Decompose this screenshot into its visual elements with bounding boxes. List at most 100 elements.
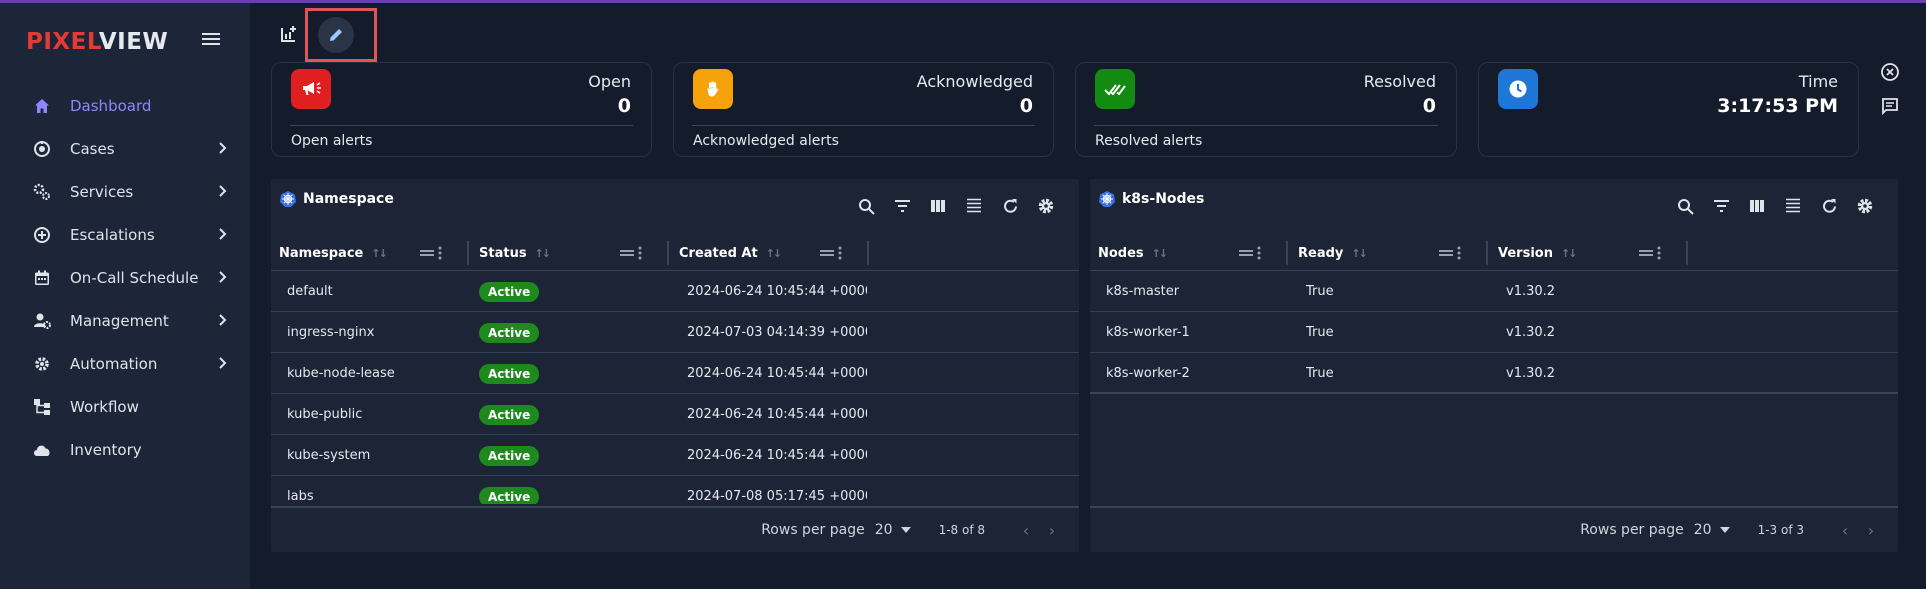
drag-handle-icon[interactable]: [1238, 246, 1254, 260]
column-label: Version: [1498, 245, 1553, 261]
sort-icon[interactable]: ↑↓: [1351, 247, 1368, 260]
filter-button[interactable]: [1703, 195, 1739, 217]
refresh-button[interactable]: [1811, 195, 1847, 217]
namespace-cell: kube-public: [287, 407, 363, 422]
column-menu[interactable]: [1238, 245, 1264, 261]
drag-handle-icon[interactable]: [1638, 246, 1654, 260]
more-vert-icon[interactable]: [835, 245, 845, 261]
column-menu[interactable]: [1438, 245, 1464, 261]
sidebar-item-label: Escalations: [70, 225, 155, 244]
column-menu[interactable]: [1638, 245, 1664, 261]
column-resize-handle[interactable]: [667, 241, 669, 265]
edit-button[interactable]: [318, 17, 354, 53]
table-row[interactable]: k8s-worker-2 True v1.30.2: [1090, 353, 1898, 394]
previous-page-button[interactable]: ‹: [1013, 521, 1039, 540]
menu-toggle-icon[interactable]: [200, 30, 222, 52]
sidebar-item-inventory[interactable]: Inventory: [0, 428, 250, 471]
rows-per-page-select[interactable]: 20: [1694, 522, 1730, 538]
sort-icon[interactable]: ↑↓: [371, 247, 388, 260]
density-button[interactable]: [1775, 195, 1811, 217]
version-cell: v1.30.2: [1506, 366, 1556, 381]
column-header-status[interactable]: Status ↑↓: [479, 235, 552, 271]
table-pagination: Rows per page 20 1-8 of 8 ‹ ›: [271, 506, 1079, 552]
rows-per-page-select[interactable]: 20: [875, 522, 911, 538]
column-header-nodes[interactable]: Nodes ↑↓: [1098, 235, 1169, 271]
card-title: Time: [1798, 72, 1838, 91]
table-row[interactable]: default Active 2024-06-24 10:45:44 +0000…: [271, 271, 1079, 312]
settings-button[interactable]: [1847, 195, 1883, 217]
column-resize-handle[interactable]: [1686, 241, 1688, 265]
brand-logo[interactable]: PIXELVIEW: [26, 29, 168, 55]
column-menu[interactable]: [619, 245, 645, 261]
table-row[interactable]: k8s-master True v1.30.2: [1090, 271, 1898, 312]
created-at-cell: 2024-06-24 10:45:44 +0000 UTC: [687, 407, 867, 422]
density-button[interactable]: [956, 195, 992, 217]
acknowledged-alerts-card[interactable]: Acknowledged 0 Acknowledged alerts: [673, 62, 1054, 157]
more-vert-icon[interactable]: [1654, 245, 1664, 261]
node-cell: k8s-worker-2: [1106, 366, 1190, 381]
column-menu[interactable]: [819, 245, 845, 261]
more-vert-icon[interactable]: [1454, 245, 1464, 261]
sort-icon[interactable]: ↑↓: [766, 247, 783, 260]
column-header-ready[interactable]: Ready ↑↓: [1298, 235, 1368, 271]
filter-button[interactable]: [884, 195, 920, 217]
sort-icon[interactable]: ↑↓: [1561, 247, 1578, 260]
search-icon: [858, 198, 875, 215]
sidebar-item-management[interactable]: Management: [0, 299, 250, 342]
column-resize-handle[interactable]: [1486, 241, 1488, 265]
table-row[interactable]: ingress-nginx Active 2024-07-03 04:14:39…: [271, 312, 1079, 353]
card-value: 0: [1019, 95, 1033, 117]
table-row[interactable]: k8s-worker-1 True v1.30.2: [1090, 312, 1898, 353]
column-header-namespace[interactable]: Namespace ↑↓: [279, 235, 388, 271]
sort-icon[interactable]: ↑↓: [1152, 247, 1169, 260]
refresh-button[interactable]: [992, 195, 1028, 217]
column-resize-handle[interactable]: [467, 241, 469, 265]
comment-icon[interactable]: [1879, 95, 1901, 117]
close-icon[interactable]: [1879, 61, 1901, 83]
sort-icon[interactable]: ↑↓: [535, 247, 552, 260]
more-vert-icon[interactable]: [435, 245, 445, 261]
add-widget-button[interactable]: [275, 20, 303, 48]
drag-handle-icon[interactable]: [619, 246, 635, 260]
column-header-created-at[interactable]: Created At ↑↓: [679, 235, 783, 271]
search-button[interactable]: [848, 195, 884, 217]
sidebar-item-escalations[interactable]: Escalations: [0, 213, 250, 256]
next-page-button[interactable]: ›: [1858, 521, 1884, 540]
brand-part1: PIXEL: [26, 29, 99, 55]
resolved-alerts-card[interactable]: Resolved 0 Resolved alerts: [1075, 62, 1457, 157]
drag-handle-icon[interactable]: [1438, 246, 1454, 260]
sidebar-item-cases[interactable]: Cases: [0, 127, 250, 170]
sidebar-item-on-call-schedule[interactable]: On-Call Schedule: [0, 256, 250, 299]
drag-handle-icon[interactable]: [819, 246, 835, 260]
sidebar-item-automation[interactable]: Automation: [0, 342, 250, 385]
columns-button[interactable]: [1739, 195, 1775, 217]
drag-handle-icon[interactable]: [419, 246, 435, 260]
table-row[interactable]: kube-system Active 2024-06-24 10:45:44 +…: [271, 435, 1079, 476]
more-vert-icon[interactable]: [635, 245, 645, 261]
column-resize-handle[interactable]: [1286, 241, 1288, 265]
sidebar-item-label: Services: [70, 182, 134, 201]
sidebar-item-workflow[interactable]: Workflow: [0, 385, 250, 428]
next-page-button[interactable]: ›: [1039, 521, 1065, 540]
table-row[interactable]: kube-public Active 2024-06-24 10:45:44 +…: [271, 394, 1079, 435]
version-cell: v1.30.2: [1506, 284, 1556, 299]
column-header-version[interactable]: Version ↑↓: [1498, 235, 1578, 271]
columns-button[interactable]: [920, 195, 956, 217]
table-row[interactable]: kube-node-lease Active 2024-06-24 10:45:…: [271, 353, 1079, 394]
panel-header: k8s-Nodes: [1098, 190, 1204, 208]
more-vert-icon[interactable]: [1254, 245, 1264, 261]
column-resize-handle[interactable]: [867, 241, 869, 265]
chevron-right-icon: [219, 357, 227, 369]
sidebar-item-services[interactable]: Services: [0, 170, 250, 213]
previous-page-button[interactable]: ‹: [1832, 521, 1858, 540]
sidebar-nav: Dashboard Cases Services Escalations On-…: [0, 84, 250, 471]
panel-header: Namespace: [279, 190, 394, 208]
column-menu[interactable]: [419, 245, 445, 261]
sidebar-item-dashboard[interactable]: Dashboard: [0, 84, 250, 127]
card-title: Open: [588, 72, 631, 91]
settings-button[interactable]: [1028, 195, 1064, 217]
table-row[interactable]: labs Active 2024-07-08 05:17:45 +0000 UT…: [271, 476, 1079, 504]
rows-per-page-label: Rows per page: [1580, 522, 1684, 538]
open-alerts-card[interactable]: Open 0 Open alerts: [271, 62, 652, 157]
search-button[interactable]: [1667, 195, 1703, 217]
